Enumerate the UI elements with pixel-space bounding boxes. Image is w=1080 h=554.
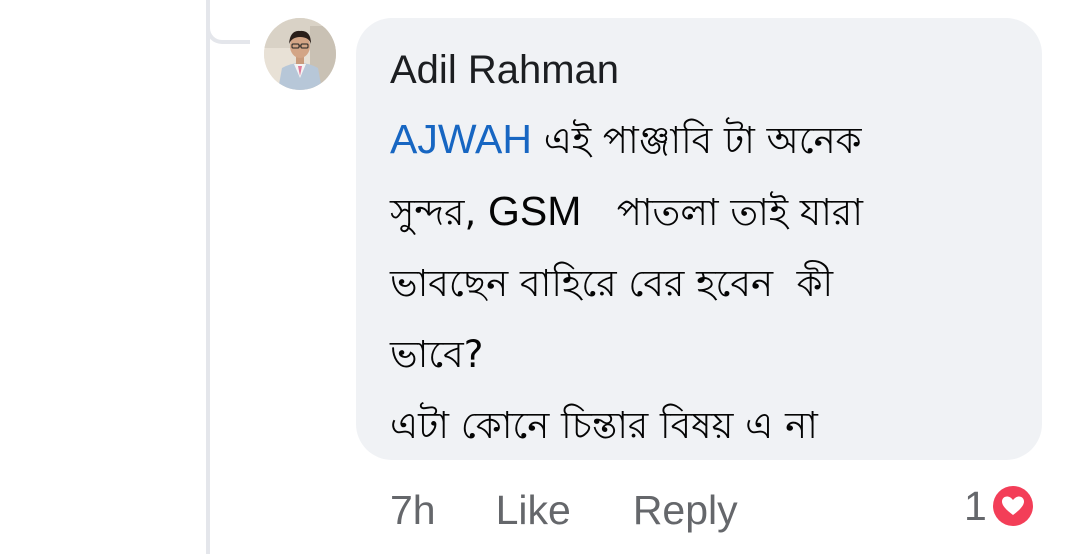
reaction-summary[interactable]: 1 [964,482,1037,530]
comment-text-line2b: পাতলা তাই যারা [581,191,863,234]
comment-text-line4: ভাবে? [390,333,484,376]
comment-timestamp[interactable]: 7h [390,487,436,534]
avatar[interactable] [264,18,336,90]
like-button[interactable]: Like [496,487,571,534]
heart-icon [988,482,1037,530]
reply-button[interactable]: Reply [633,487,738,534]
comment-text-line3: ভাবছেন বাহিরে বের হবেন কী [390,262,834,305]
comment-actions: 7h Like Reply [390,482,738,538]
comment-text-gsm: GSM [488,188,582,234]
avatar-image [264,18,336,90]
comment-bubble: Adil Rahman AJWAH এই পাঞ্জাবি টা অনেক সু… [356,18,1042,460]
comment-text-line1: এই পাঞ্জাবি টা অনেক [531,119,862,162]
comment-author[interactable]: Adil Rahman [390,44,1012,96]
thread-line [206,0,210,554]
comment-body: AJWAH এই পাঞ্জাবি টা অনেক সুন্দর, GSM পা… [390,104,1010,461]
thread-connector [206,0,250,44]
mention-link[interactable]: AJWAH [390,116,532,162]
comment-thread: Adil Rahman AJWAH এই পাঞ্জাবি টা অনেক সু… [0,0,1080,554]
reaction-count: 1 [964,482,987,529]
comment-text-line2a: সুন্দর, [390,191,489,234]
comment-text-line5: এটা কোনে চিন্তার বিষয় এ না [390,404,818,447]
